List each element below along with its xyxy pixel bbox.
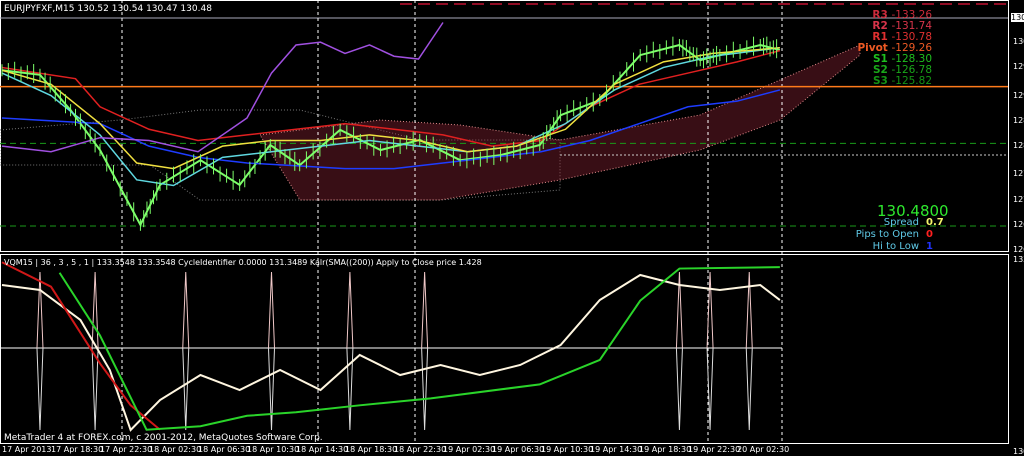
pivot-s3: S3 -125.82 (873, 75, 932, 87)
pivot-label: S3 (872, 75, 892, 87)
time-label: 18 Apr 02:30 (149, 445, 202, 454)
series-vq (1, 273, 781, 432)
price-label: 130.05 (1013, 37, 1024, 47)
cycle-spike-up (421, 271, 429, 349)
time-label: 18 Apr 06:30 (198, 445, 251, 454)
cycle-spike-up (346, 271, 354, 349)
time-label: 19 Apr 02:30 (443, 445, 496, 454)
price-label: 130.48 (1011, 13, 1024, 22)
cycle-spike-down (182, 347, 190, 431)
price-label: 129.10 (1013, 90, 1024, 100)
price-label: 126.80 (1013, 219, 1024, 229)
cycle-spike-down (36, 347, 44, 431)
time-label: 19 Apr 06:30 (492, 445, 545, 454)
cycle-spike-up (745, 271, 753, 349)
osc-label: 130.788 (1013, 447, 1024, 456)
price-label: 128.20 (1013, 141, 1024, 151)
time-label: 18 Apr 22:30 (394, 445, 447, 454)
copyright-text: MetaTrader 4 at FOREX.com, c 2001-2012, … (4, 433, 323, 443)
osc-label: 133.497 (1013, 255, 1024, 264)
time-label: 18 Apr 10:30 (247, 445, 300, 454)
cycle-spike-down (421, 347, 429, 431)
cycle-spike-up (36, 271, 44, 349)
info-value: 1 (926, 241, 933, 252)
price-label: 127.25 (1013, 194, 1024, 204)
chart-canvas[interactable] (0, 0, 1024, 456)
time-label: 19 Apr 18:30 (639, 445, 692, 454)
symbol-header: EURJPYFXF,M15 130.52 130.54 130.47 130.4… (4, 4, 212, 14)
time-label: 17 Apr 2013 (2, 445, 52, 454)
cycle-spike-down (706, 347, 714, 431)
cycle-spike-down (346, 347, 354, 431)
cycle-spike-up (268, 271, 275, 349)
info-value: 0.7 (926, 217, 944, 228)
main-pane-frame (0, 0, 1009, 252)
pivot-value: -125.82 (891, 75, 932, 87)
sub-pane-frame (0, 254, 1009, 444)
cycle-spike-down (268, 347, 275, 431)
time-label: 18 Apr 14:30 (296, 445, 349, 454)
price-label: 127.70 (1013, 169, 1024, 179)
time-label: 17 Apr 22:30 (100, 445, 153, 454)
price-label: 129.60 (1013, 62, 1024, 72)
time-label: 19 Apr 10:30 (541, 445, 594, 454)
time-label: 19 Apr 22:30 (688, 445, 741, 454)
info-value: 0 (926, 229, 933, 240)
time-label: 17 Apr 18:30 (51, 445, 104, 454)
cycle-spike-up (675, 271, 683, 349)
cycle-spike-down (745, 347, 753, 431)
price-label: 128.65 (1013, 115, 1024, 125)
ichimoku-cloud (259, 44, 861, 201)
cycle-spike-down (675, 347, 683, 431)
price-label: 126.35 (1013, 245, 1024, 255)
info-label: Pips to Open (855, 229, 919, 240)
cycle-spike-up (182, 271, 190, 349)
time-label: 19 Apr 14:30 (590, 445, 643, 454)
info-label: Hi to Low (872, 241, 919, 252)
time-label: 20 Apr 02:30 (737, 445, 790, 454)
info-label: Spread (883, 217, 919, 228)
subwindow-header: VQM15 | 36 , 3 , 5 , 1 | 133.3548 133.35… (4, 258, 482, 267)
time-label: 18 Apr 18:30 (345, 445, 398, 454)
cycle-spike-up (91, 271, 99, 349)
